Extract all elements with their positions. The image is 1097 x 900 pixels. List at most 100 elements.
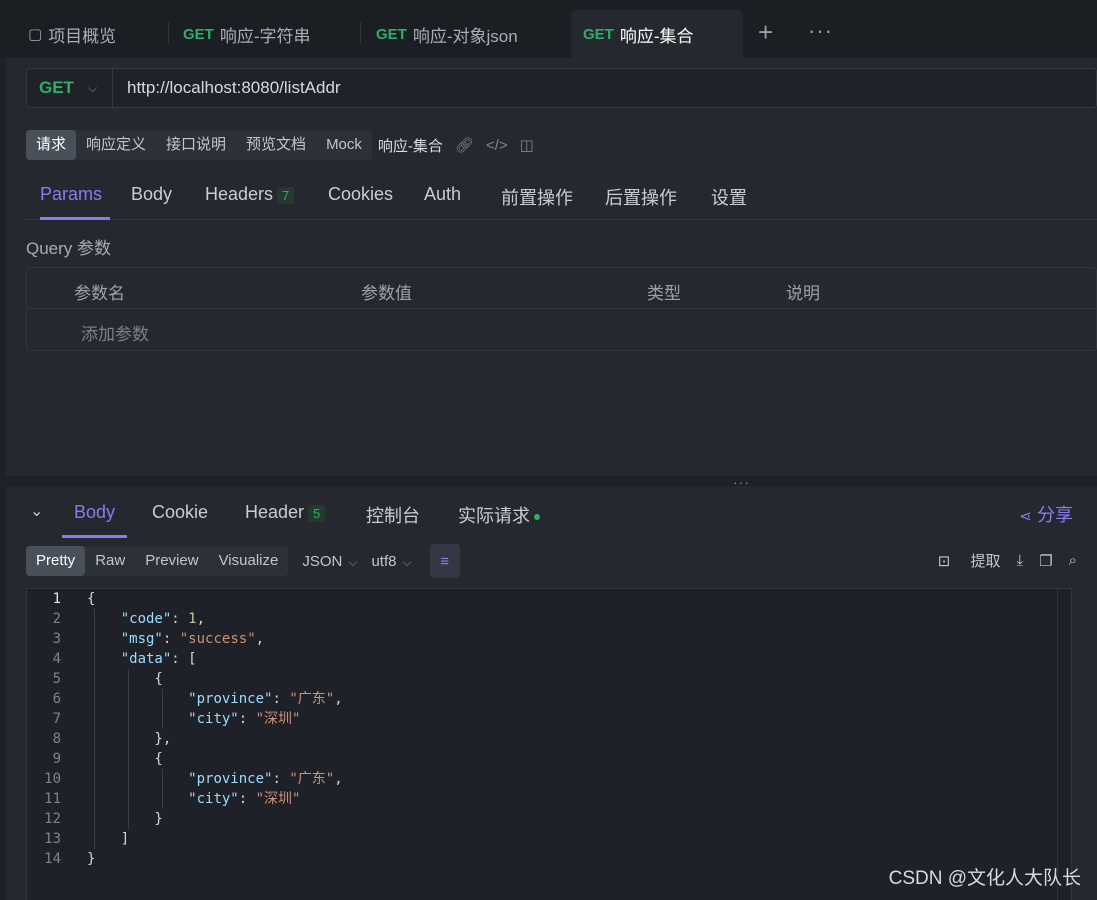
- code-line: 13 ]: [27, 829, 1071, 849]
- json-province-value: 广东: [297, 691, 326, 707]
- mode-preview-doc[interactable]: 预览文档: [236, 130, 316, 160]
- status-dot: [534, 514, 540, 521]
- mode-api-doc[interactable]: 接口说明: [156, 130, 236, 160]
- tab-response-header-label: Header: [245, 502, 305, 522]
- tab-response-header[interactable]: Header 5: [245, 502, 326, 538]
- tab-settings-label: 设置: [711, 188, 747, 208]
- request-subtabs: Params Body Headers 7 Cookies Auth 前置操作 后…: [26, 170, 1097, 220]
- tab-divider: [360, 22, 361, 44]
- request-name[interactable]: 响应-集合: [378, 135, 443, 156]
- tab-response-cookie[interactable]: Cookie: [152, 502, 208, 538]
- panel-icon[interactable]: ◫: [520, 136, 534, 154]
- tab-body[interactable]: Body: [131, 184, 172, 220]
- header-count-badge: 5: [308, 505, 326, 522]
- tab-pre-operations[interactable]: 前置操作: [501, 184, 573, 220]
- request-panel: GET ⌵ http://localhost:8080/listAddr 请求 …: [6, 58, 1097, 476]
- tab-response-collection[interactable]: GET 响应-集合: [571, 10, 743, 58]
- tab-console[interactable]: 控制台: [366, 502, 420, 538]
- chevron-down-icon: ⌵: [348, 554, 358, 569]
- line-number: 7: [52, 711, 61, 727]
- mode-request[interactable]: 请求: [26, 130, 77, 160]
- tab-label: 响应-对象json: [412, 26, 518, 46]
- tab-label: 项目概览: [48, 26, 117, 46]
- view-raw[interactable]: Raw: [85, 546, 135, 576]
- line-number: 8: [52, 731, 61, 747]
- method-label: GET: [583, 25, 614, 43]
- tab-actual-request[interactable]: 实际请求: [458, 502, 540, 538]
- response-panel: ⌄ Body Cookie Header 5 控制台 实际请求 ⋖ 分享 Pret…: [6, 486, 1097, 900]
- tab-auth[interactable]: Auth: [424, 184, 461, 220]
- code-text: {: [87, 751, 163, 767]
- tab-response-body[interactable]: Body: [62, 502, 127, 538]
- tab-params[interactable]: Params: [40, 184, 110, 220]
- url-input[interactable]: http://localhost:8080/listAddr: [113, 78, 341, 98]
- view-preview[interactable]: Preview: [135, 546, 208, 576]
- copy-icon[interactable]: ❐: [1039, 552, 1052, 570]
- code-text: "code": 1,: [120, 611, 206, 627]
- tab-console-label: 控制台: [366, 506, 420, 526]
- view-mode-segment: Pretty Raw Preview Visualize: [26, 546, 289, 576]
- share-button[interactable]: ⋖ 分享: [1019, 501, 1073, 527]
- method-label: GET: [376, 25, 407, 43]
- share-icon: ⋖: [1019, 508, 1032, 525]
- word-wrap-icon[interactable]: ≡: [429, 544, 460, 578]
- json-msg-value: success: [188, 631, 248, 647]
- download-icon[interactable]: ⤓: [1017, 552, 1024, 569]
- tab-project-overview[interactable]: ▢ 项目概览: [28, 10, 116, 58]
- request-toolbar: 请求 响应定义 接口说明 预览文档 Mock 响应-集合 🔗︎ </> ◫: [26, 130, 534, 160]
- col-type: 类型: [647, 284, 681, 303]
- layout-icon: ▢: [28, 26, 43, 43]
- tab-params-label: Params: [40, 184, 103, 204]
- code-text: "city": "深圳": [188, 711, 301, 727]
- tab-divider: [168, 22, 169, 44]
- line-number: 14: [44, 851, 61, 867]
- code-line: 3 "msg": "success",: [27, 629, 1071, 649]
- code-text: {: [87, 671, 163, 687]
- chevron-down-icon: ⌵: [87, 80, 98, 95]
- code-line: 10 "province": "广东",: [27, 769, 1071, 789]
- json-city-value: 深圳: [264, 711, 293, 727]
- mode-response-definition[interactable]: 响应定义: [76, 130, 156, 160]
- tab-headers[interactable]: Headers 7: [205, 184, 295, 220]
- mode-mock[interactable]: Mock: [316, 130, 372, 160]
- tab-post-label: 后置操作: [605, 188, 677, 208]
- line-number: 2: [52, 611, 61, 627]
- tab-headers-label: Headers: [205, 184, 274, 204]
- new-tab-icon[interactable]: +: [758, 18, 773, 46]
- tab-response-body-label: Body: [73, 502, 116, 522]
- view-visualize[interactable]: Visualize: [209, 546, 289, 576]
- method-select[interactable]: GET ⌵: [27, 69, 113, 107]
- code-icon[interactable]: </>: [486, 137, 508, 154]
- code-text: }: [87, 811, 163, 827]
- tab-cookies[interactable]: Cookies: [328, 184, 393, 220]
- code-line: 5 {: [27, 669, 1071, 689]
- view-pretty[interactable]: Pretty: [26, 546, 86, 576]
- code-text: {: [87, 591, 96, 607]
- add-param-input[interactable]: 添加参数: [81, 320, 149, 345]
- scrollbar[interactable]: [1057, 589, 1071, 900]
- params-table-header: 参数名 参数值 类型 说明: [27, 268, 1096, 309]
- search-icon[interactable]: ⌕: [1069, 552, 1077, 569]
- collapse-chevron-icon[interactable]: ⌄: [30, 501, 43, 521]
- code-line: 6 "province": "广东",: [27, 689, 1071, 709]
- more-icon[interactable]: ···: [808, 18, 833, 44]
- tab-post-operations[interactable]: 后置操作: [605, 184, 677, 220]
- line-number: 13: [44, 831, 61, 847]
- format-select[interactable]: JSON ⌵: [302, 553, 357, 570]
- tab-auth-label: Auth: [424, 184, 462, 204]
- code-line: 4 "data": [: [27, 649, 1071, 669]
- chevron-down-icon: ⌵: [402, 554, 412, 569]
- link-icon[interactable]: 🔗︎: [455, 136, 474, 154]
- code-text: "msg": "success",: [120, 631, 265, 647]
- tab-settings[interactable]: 设置: [711, 184, 747, 220]
- code-text: "province": "广东",: [188, 691, 343, 707]
- tab-body-label: Body: [131, 184, 173, 204]
- encoding-select[interactable]: utf8 ⌵: [371, 553, 411, 570]
- tab-response-object-json[interactable]: GET 响应-对象json: [376, 10, 518, 58]
- json-province-value: 广东: [297, 771, 326, 787]
- code-text: "city": "深圳": [188, 791, 301, 807]
- tab-response-string[interactable]: GET 响应-字符串: [183, 10, 311, 58]
- code-text: }: [87, 851, 96, 867]
- extract-button[interactable]: ⊡ 提取: [922, 550, 1001, 571]
- response-body-editor[interactable]: 1{ 2 "code": 1, 3 "msg": "success", 4 "d…: [26, 588, 1072, 900]
